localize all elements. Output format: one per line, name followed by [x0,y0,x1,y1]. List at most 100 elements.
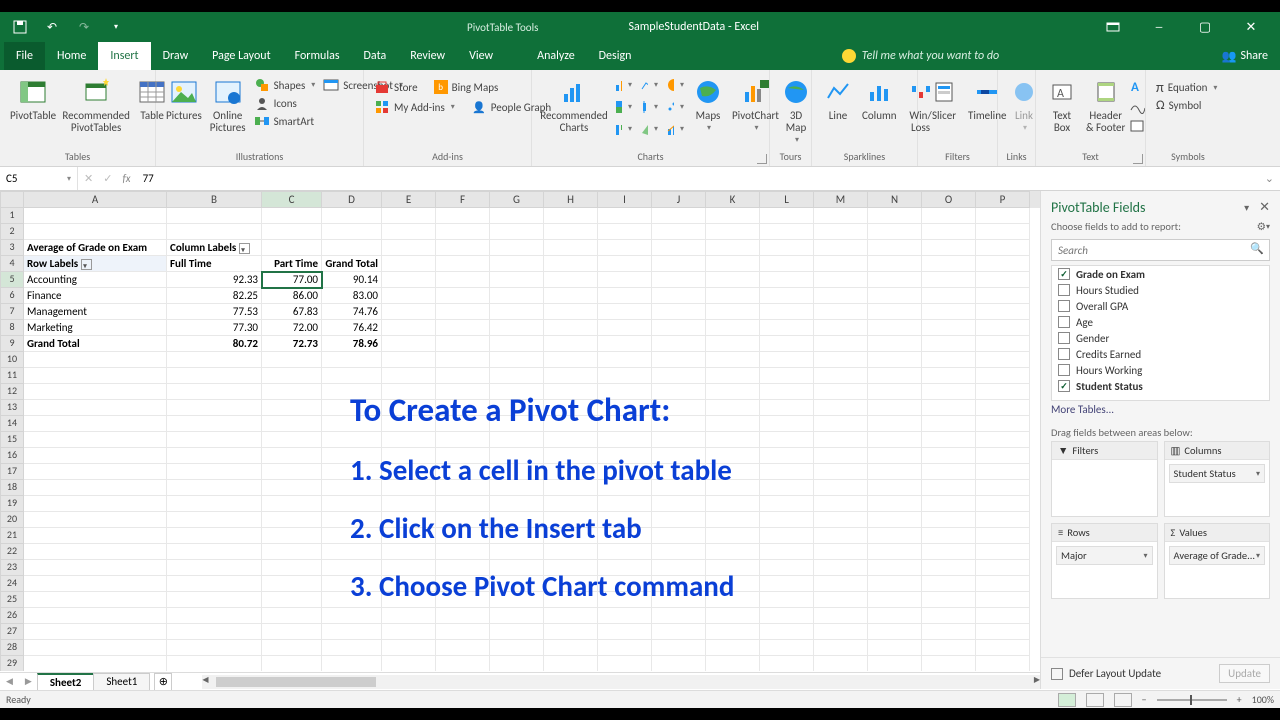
my-addins-button[interactable]: My Add-ins [370,98,459,116]
cell[interactable] [652,224,706,240]
cell[interactable] [436,288,490,304]
cell[interactable] [976,288,1030,304]
cell[interactable] [922,544,976,560]
cell[interactable] [868,304,922,320]
cell[interactable] [262,464,322,480]
cell[interactable] [262,480,322,496]
cell[interactable] [868,592,922,608]
cell[interactable] [814,512,868,528]
cell[interactable] [652,656,706,671]
cell[interactable] [167,496,262,512]
cell[interactable] [490,240,544,256]
row-header[interactable]: 22 [0,544,24,560]
sparkline-column-button[interactable]: Column [858,74,901,124]
object-icon[interactable] [1129,118,1145,134]
cell[interactable] [760,320,814,336]
row-header[interactable]: 3 [0,240,24,256]
cell[interactable]: 77.30 [167,320,262,336]
cell[interactable] [652,336,706,352]
cell[interactable] [598,352,652,368]
cell[interactable] [490,304,544,320]
cell[interactable] [814,576,868,592]
cell[interactable] [262,656,322,671]
undo-icon[interactable]: ↶ [40,15,64,39]
page-layout-view-icon[interactable] [1086,693,1104,707]
tab-analyze[interactable]: Analyze [525,42,587,70]
cell[interactable] [167,592,262,608]
cell[interactable] [706,272,760,288]
chart-line-icon[interactable] [636,74,662,96]
cell[interactable] [814,448,868,464]
wordart-icon[interactable]: A [1129,78,1145,94]
cell[interactable] [436,240,490,256]
page-break-view-icon[interactable] [1114,693,1132,707]
row-header[interactable]: 26 [0,608,24,624]
cell[interactable] [322,224,382,240]
cell[interactable] [922,224,976,240]
pictures-button[interactable]: Pictures [162,74,206,124]
cell[interactable] [262,416,322,432]
zoom-out-icon[interactable]: − [1142,693,1147,706]
cell[interactable] [760,384,814,400]
cell[interactable]: Grand Total [322,256,382,272]
cell[interactable] [814,208,868,224]
cell[interactable] [760,240,814,256]
enter-formula-icon[interactable]: ✓ [103,172,112,185]
checkbox[interactable] [1058,332,1070,344]
rows-pill[interactable]: Major [1056,546,1153,565]
cell[interactable] [262,224,322,240]
tab-draw[interactable]: Draw [151,42,201,70]
cell[interactable]: 83.00 [322,288,382,304]
cell[interactable] [544,336,598,352]
cell[interactable] [976,448,1030,464]
cell[interactable] [706,240,760,256]
cell[interactable] [490,288,544,304]
cell[interactable] [262,640,322,656]
cell[interactable] [760,496,814,512]
chart-surface-icon[interactable] [636,118,662,140]
tellme-input[interactable]: Tell me what you want to do [862,49,999,63]
cell[interactable] [436,352,490,368]
row-header[interactable]: 23 [0,560,24,576]
normal-view-icon[interactable] [1058,693,1076,707]
cell[interactable] [868,448,922,464]
cell[interactable] [262,368,322,384]
cell[interactable] [922,336,976,352]
cell[interactable] [814,384,868,400]
cell[interactable] [868,608,922,624]
cell[interactable] [262,352,322,368]
cell[interactable]: 76.42 [322,320,382,336]
cell[interactable] [544,208,598,224]
cell[interactable] [436,224,490,240]
tab-formulas[interactable]: Formulas [283,42,352,70]
cell[interactable] [490,256,544,272]
row-header[interactable]: 13 [0,400,24,416]
cell[interactable] [652,352,706,368]
new-sheet-button[interactable]: ⊕ [154,673,172,691]
cell[interactable] [24,352,167,368]
cell[interactable] [436,208,490,224]
cell[interactable] [976,384,1030,400]
checkbox[interactable] [1058,364,1070,376]
cell[interactable] [760,512,814,528]
cell[interactable] [436,336,490,352]
redo-icon[interactable]: ↷ [72,15,96,39]
cell[interactable] [382,208,436,224]
cell[interactable] [167,352,262,368]
cell[interactable] [922,320,976,336]
cell[interactable] [382,304,436,320]
cell[interactable] [706,208,760,224]
cell[interactable] [490,336,544,352]
cell[interactable] [490,640,544,656]
cell[interactable] [868,272,922,288]
cell[interactable] [436,272,490,288]
cell[interactable] [760,400,814,416]
row-header[interactable]: 24 [0,576,24,592]
cell[interactable] [922,592,976,608]
cell[interactable] [24,480,167,496]
tab-nav-next-icon[interactable]: ▶ [19,676,38,687]
cell[interactable] [814,656,868,671]
cell[interactable] [868,368,922,384]
cell[interactable] [922,480,976,496]
cell[interactable] [436,368,490,384]
